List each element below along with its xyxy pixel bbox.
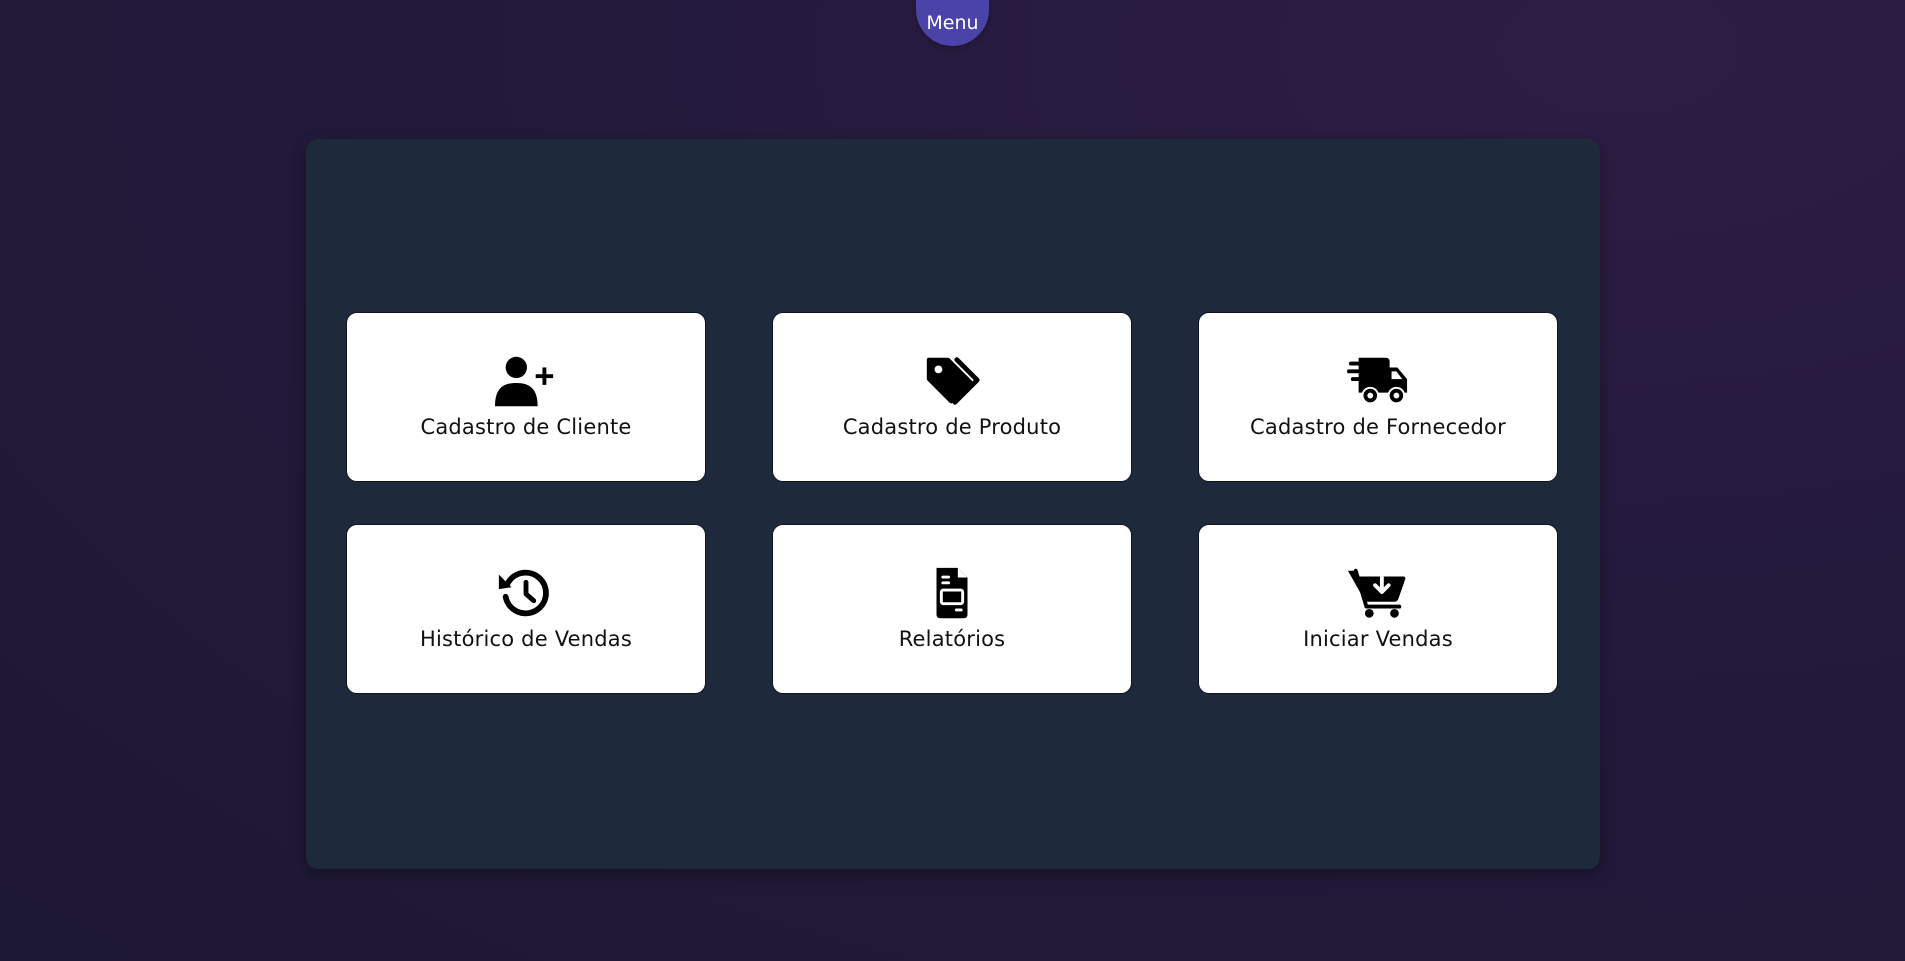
card-label: Cadastro de Produto [842, 415, 1062, 439]
cart-arrow-down-icon [1347, 567, 1409, 619]
truck-fast-icon [1347, 355, 1409, 407]
relatorios-card[interactable]: Relatórios [772, 524, 1132, 694]
card-label: Cadastro de Fornecedor [1250, 415, 1506, 439]
cadastro-cliente-card[interactable]: Cadastro de Cliente [346, 312, 706, 482]
card-label: Histórico de Vendas [419, 627, 633, 651]
file-report-icon [921, 567, 983, 619]
history-icon [495, 567, 557, 619]
card-label: Relatórios [898, 627, 1006, 651]
cadastro-produto-card[interactable]: Cadastro de Produto [772, 312, 1132, 482]
tags-icon [921, 355, 983, 407]
dashboard-panel: Cadastro de Cliente Cadastro de Produto [306, 139, 1600, 869]
cadastro-fornecedor-card[interactable]: Cadastro de Fornecedor [1198, 312, 1558, 482]
card-label: Cadastro de Cliente [420, 415, 632, 439]
card-label: Iniciar Vendas [1303, 627, 1453, 651]
menu-button[interactable]: Menu [916, 0, 989, 46]
user-plus-icon [495, 355, 557, 407]
historico-vendas-card[interactable]: Histórico de Vendas [346, 524, 706, 694]
iniciar-vendas-card[interactable]: Iniciar Vendas [1198, 524, 1558, 694]
